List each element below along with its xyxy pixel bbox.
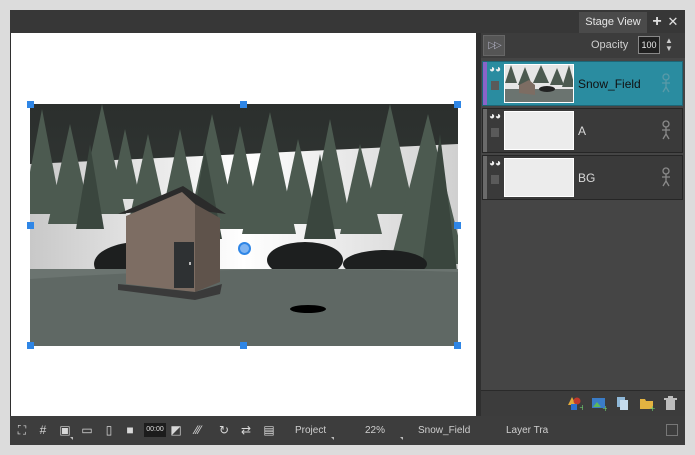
layer-row-snow-field[interactable]: ◕◕ Snow_Field bbox=[482, 61, 683, 106]
fill-frame-icon[interactable]: ■ bbox=[123, 423, 137, 437]
transform-handle-bottom-right[interactable] bbox=[454, 342, 461, 349]
render-preview-icon[interactable]: ▤ bbox=[262, 423, 276, 437]
status-bar: ⛶ # ▣ ▭ ▯ ■ 00:00 ◩ ⁄⁄⁄ ↻ ⇄ ▤ Project 22… bbox=[10, 416, 685, 445]
transform-handle-top-right[interactable] bbox=[454, 101, 461, 108]
camera-select[interactable]: Project bbox=[295, 425, 326, 436]
opacity-spinner-icon[interactable]: ▲ ▼ bbox=[665, 37, 673, 53]
timecode-display[interactable]: 00:00 bbox=[144, 423, 166, 437]
lock-icon[interactable] bbox=[491, 128, 499, 137]
stage-canvas[interactable] bbox=[11, 33, 476, 416]
layer-panel-toolbar: + + + bbox=[481, 390, 685, 417]
layer-transform-readout: Layer Tra bbox=[506, 425, 549, 436]
camera-dropdown-icon[interactable] bbox=[331, 437, 334, 440]
ground-shade bbox=[30, 269, 458, 346]
animation-mode-icon[interactable] bbox=[659, 167, 673, 187]
add-group-folder-icon[interactable]: + bbox=[640, 396, 655, 411]
image-toggle-icon[interactable]: ◩ bbox=[169, 423, 183, 437]
reset-zoom-icon[interactable]: ⇄ bbox=[239, 423, 253, 437]
layer-name: Snow_Field bbox=[578, 77, 641, 91]
transform-handle-bottom-left[interactable] bbox=[27, 342, 34, 349]
current-layer-readout: Snow_Field bbox=[418, 425, 471, 436]
close-view-icon[interactable]: ✕ bbox=[666, 13, 680, 31]
visibility-icon[interactable]: ◕◕ bbox=[489, 65, 501, 75]
opacity-label: Opacity bbox=[591, 39, 629, 51]
tab-stage-view[interactable]: Stage View bbox=[579, 12, 647, 33]
lock-icon[interactable] bbox=[491, 81, 499, 90]
layer-name: BG bbox=[578, 171, 596, 185]
layer-color-indicator bbox=[483, 109, 487, 152]
duplicate-layer-icon[interactable] bbox=[616, 396, 631, 411]
lock-icon[interactable] bbox=[491, 175, 499, 184]
frame-outline-icon[interactable]: ▯ bbox=[102, 423, 116, 437]
animation-mode-icon[interactable] bbox=[659, 73, 673, 93]
zoom-level[interactable]: 22% bbox=[365, 425, 385, 436]
zoom-dropdown-icon[interactable] bbox=[400, 437, 403, 440]
opacity-input[interactable]: 100 bbox=[638, 36, 660, 54]
add-view-icon[interactable]: + bbox=[650, 13, 664, 31]
grid-icon[interactable]: # bbox=[37, 423, 49, 437]
pivot-point[interactable] bbox=[238, 242, 251, 255]
status-bar-toggle[interactable] bbox=[666, 424, 678, 436]
visibility-icon[interactable]: ◕◕ bbox=[489, 159, 501, 169]
layer-panel: ▷▷ Opacity 100 ▲ ▼ ◕◕ Snow_Field ◕◕ A ◕◕… bbox=[481, 33, 685, 417]
add-bitmap-layer-icon[interactable]: + bbox=[592, 396, 607, 411]
visibility-icon[interactable]: ◕◕ bbox=[489, 112, 501, 122]
layer-row-a[interactable]: ◕◕ A bbox=[482, 108, 683, 153]
scene-artwork[interactable] bbox=[30, 104, 458, 346]
layer-color-indicator bbox=[483, 156, 487, 199]
transform-handle-right[interactable] bbox=[454, 222, 461, 229]
field-guide-icon[interactable]: ▭ bbox=[80, 423, 94, 437]
layer-thumbnail bbox=[504, 111, 574, 150]
reset-rotation-icon[interactable]: ↻ bbox=[217, 423, 231, 437]
animation-mode-icon[interactable] bbox=[659, 120, 673, 140]
transform-handle-top-left[interactable] bbox=[27, 101, 34, 108]
collapse-panel-icon[interactable]: ▷▷ bbox=[483, 35, 505, 56]
delete-layer-icon[interactable] bbox=[663, 396, 678, 411]
camera-home-icon[interactable]: ⛶ bbox=[16, 423, 28, 437]
svg-text:+: + bbox=[602, 404, 607, 411]
transform-handle-left[interactable] bbox=[27, 222, 34, 229]
onion-skin-icon[interactable]: ⁄⁄⁄ bbox=[191, 423, 205, 437]
svg-text:+: + bbox=[649, 404, 655, 411]
safe-area-dropdown-icon[interactable] bbox=[70, 437, 73, 440]
layer-panel-header: ▷▷ Opacity 100 ▲ ▼ bbox=[481, 33, 685, 58]
layer-name: A bbox=[578, 124, 587, 138]
view-title-bar: Stage View + ✕ bbox=[10, 10, 685, 33]
app-window: Stage View + ✕ ▷▷ Opacity 100 ▲ ▼ ◕◕ Sno… bbox=[10, 10, 685, 445]
layer-thumbnail bbox=[504, 64, 574, 103]
transform-handle-top[interactable] bbox=[240, 101, 247, 108]
layer-row-bg[interactable]: ◕◕ BG bbox=[482, 155, 683, 200]
hole bbox=[290, 305, 326, 313]
svg-text:+: + bbox=[579, 403, 583, 411]
transform-handle-bottom[interactable] bbox=[240, 342, 247, 349]
layer-thumbnail bbox=[504, 158, 574, 197]
add-drawing-layer-icon[interactable]: + bbox=[568, 396, 583, 411]
safe-area-icon[interactable]: ▣ bbox=[58, 423, 72, 437]
layer-color-indicator bbox=[483, 62, 487, 105]
